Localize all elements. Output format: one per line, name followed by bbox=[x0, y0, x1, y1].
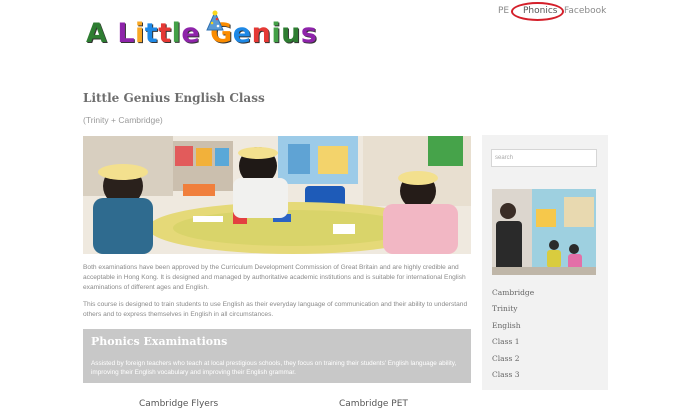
sidebar: search Cambridge Trinity English Class 1… bbox=[482, 135, 608, 390]
sidebar-link-trinity[interactable]: Trinity bbox=[492, 303, 534, 319]
hero-photo bbox=[83, 136, 471, 254]
nav-item-pe[interactable]: PE bbox=[498, 6, 509, 16]
search-input[interactable]: search bbox=[491, 149, 597, 167]
sidebar-link-class-3[interactable]: Class 3 bbox=[492, 369, 534, 385]
nav-item-facebook[interactable]: Facebook bbox=[564, 6, 606, 16]
phonics-section: Phonics Examinations Assisted by foreign… bbox=[83, 329, 471, 383]
nav-highlight-circle bbox=[511, 2, 564, 21]
logo-text: A Little Genius bbox=[86, 18, 318, 49]
page-subtitle: (Trinity + Cambridge) bbox=[83, 115, 163, 125]
party-hat-icon bbox=[206, 10, 224, 31]
phonics-title: Phonics Examinations bbox=[91, 335, 228, 348]
site-logo[interactable]: A Little Genius bbox=[86, 10, 317, 54]
page-title: Little Genius English Class bbox=[83, 91, 265, 105]
cambridge-pet-link[interactable]: Cambridge PET bbox=[339, 399, 408, 409]
sidebar-link-class-2[interactable]: Class 2 bbox=[492, 353, 534, 369]
sidebar-links: Cambridge Trinity English Class 1 Class … bbox=[492, 287, 534, 385]
intro-paragraph: Both examinations have been approved by … bbox=[83, 264, 466, 291]
sidebar-link-english[interactable]: English bbox=[492, 320, 534, 336]
sidebar-photo bbox=[492, 189, 596, 275]
sidebar-link-cambridge[interactable]: Cambridge bbox=[492, 287, 534, 303]
phonics-text: Assisted by foreign teachers who teach a… bbox=[91, 360, 457, 376]
cambridge-flyers-link[interactable]: Cambridge Flyers bbox=[139, 399, 218, 409]
course-paragraph: This course is designed to train student… bbox=[83, 301, 468, 318]
sidebar-link-class-1[interactable]: Class 1 bbox=[492, 336, 534, 352]
